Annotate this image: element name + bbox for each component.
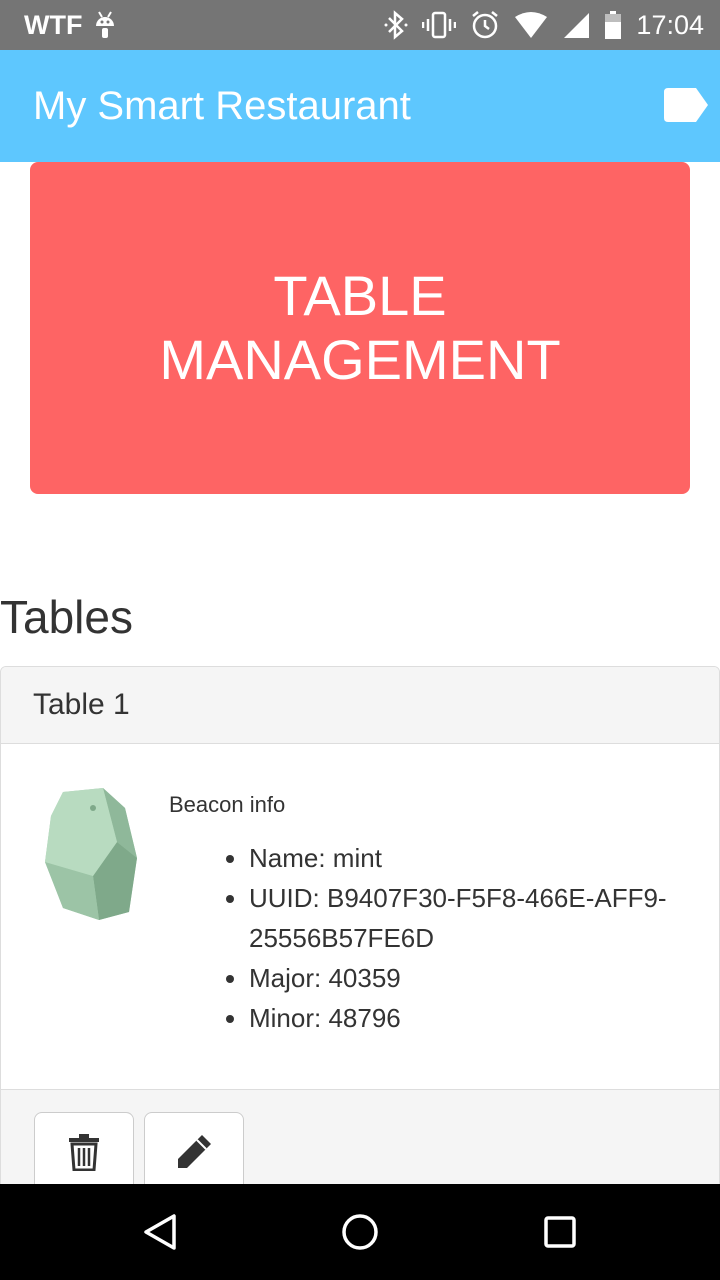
status-bar: WTF 17:04	[0, 0, 720, 50]
beacon-minor: Minor: 48796	[249, 998, 719, 1038]
status-clock: 17:04	[636, 9, 704, 40]
beacon-image	[45, 788, 137, 920]
app-title: My Smart Restaurant	[33, 84, 411, 128]
android-icon	[94, 10, 116, 40]
trash-icon	[69, 1134, 99, 1171]
beacon-details-list: Name: mint UUID: B9407F30-F5F8-466E-AFF9…	[209, 838, 719, 1038]
home-icon[interactable]	[340, 1212, 380, 1252]
battery-icon	[604, 10, 622, 40]
beacon-major: Major: 40359	[249, 958, 719, 998]
alarm-icon	[470, 10, 500, 40]
pencil-icon	[178, 1135, 211, 1168]
bluetooth-icon	[384, 10, 408, 40]
carrier-label: WTF	[24, 9, 83, 40]
table-card: Table 1 Beacon info Name: mint UUID: B94…	[0, 666, 720, 1228]
table-card-header: Table 1	[1, 667, 719, 744]
table-management-label: TABLE MANAGEMENT	[159, 264, 561, 391]
back-icon[interactable]	[140, 1212, 180, 1252]
navigation-bar	[0, 1184, 720, 1280]
recents-icon[interactable]	[540, 1212, 580, 1252]
app-bar: My Smart Restaurant	[0, 50, 720, 162]
vibrate-icon	[422, 10, 457, 40]
beacon-name: Name: mint	[249, 838, 719, 878]
wifi-icon	[514, 11, 548, 39]
beacon-info-label: Beacon info	[169, 792, 286, 817]
tag-icon[interactable]	[662, 86, 710, 124]
table-card-body: Beacon info Name: mint UUID: B9407F30-F5…	[1, 744, 719, 1090]
tables-heading: Tables	[0, 591, 133, 643]
table-management-button[interactable]: TABLE MANAGEMENT	[30, 162, 690, 494]
beacon-uuid: UUID: B9407F30-F5F8-466E-AFF9-25556B57FE…	[249, 878, 719, 958]
signal-icon	[562, 11, 590, 39]
